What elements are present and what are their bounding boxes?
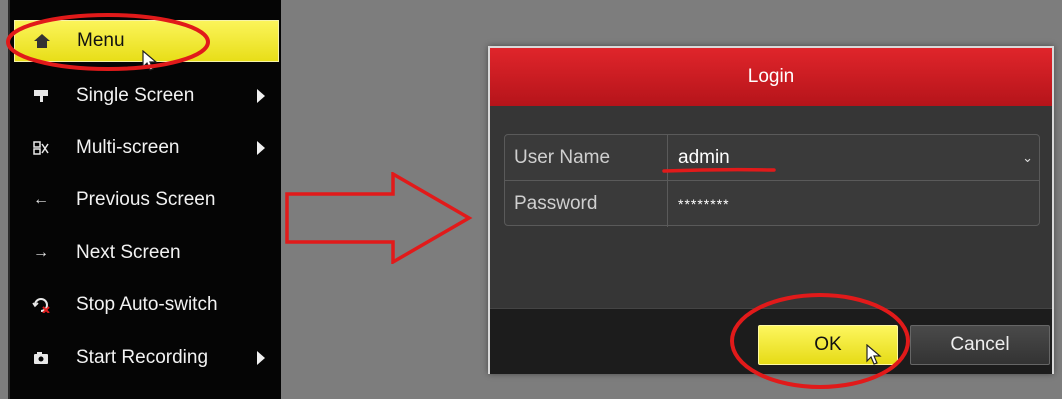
cancel-button[interactable]: Cancel [910, 325, 1050, 365]
dialog-titlebar: Login [490, 48, 1052, 106]
menu-item-previous-screen[interactable]: ← Previous Screen [14, 179, 279, 221]
menu-item-next-screen[interactable]: → Next Screen [14, 232, 279, 274]
monitor-stand-icon [30, 89, 52, 103]
menu-item-label: Previous Screen [76, 189, 216, 210]
login-dialog: Login User Name admin ⌄ Password *******… [488, 46, 1054, 374]
cancel-button-label: Cancel [950, 334, 1010, 355]
menu-item-label: Single Screen [76, 85, 195, 106]
menu-item-label: Start Recording [76, 347, 209, 368]
arrow-right-icon: → [33, 244, 49, 261]
username-label: User Name [505, 135, 668, 181]
menu-item-stop-auto-switch[interactable]: Stop Auto-switch [14, 284, 279, 326]
menu-item-menu[interactable]: Menu [14, 20, 279, 62]
menu-item-label: Next Screen [76, 242, 181, 263]
password-field[interactable]: ******** [668, 181, 1039, 227]
menu-item-start-recording[interactable]: Start Recording [14, 337, 279, 379]
ok-button-label: OK [814, 334, 842, 355]
ok-button[interactable]: OK [758, 325, 898, 365]
menu-item-label: Stop Auto-switch [76, 294, 218, 315]
username-select[interactable]: admin ⌄ [668, 135, 1039, 181]
context-menu: Menu Single Screen Multi-screen ← Previo… [8, 0, 281, 399]
chevron-down-icon[interactable]: ⌄ [1022, 150, 1033, 166]
login-form: User Name admin ⌄ Password ******** [504, 134, 1040, 227]
submenu-arrow-icon [257, 141, 265, 155]
menu-item-single-screen[interactable]: Single Screen [14, 75, 279, 117]
arrow-left-icon: ← [33, 191, 49, 208]
password-value: ******** [678, 196, 730, 212]
menu-item-multi-screen[interactable]: Multi-screen [14, 127, 279, 169]
right-arrow-icon [285, 172, 473, 264]
stop-switch-icon [30, 297, 52, 313]
menu-item-label: Multi-screen [76, 137, 180, 158]
home-icon [31, 34, 53, 48]
username-value: admin [678, 147, 730, 168]
username-row: User Name admin ⌄ [505, 135, 1039, 181]
menu-item-label: Menu [77, 30, 125, 51]
password-row: Password ******** [505, 181, 1039, 227]
dialog-title: Login [747, 66, 795, 87]
password-label: Password [505, 181, 668, 227]
submenu-arrow-icon [257, 89, 265, 103]
submenu-arrow-icon [257, 351, 265, 365]
dialog-footer: OK Cancel [490, 308, 1052, 374]
multi-screen-icon [30, 141, 52, 155]
camera-record-icon [30, 351, 52, 365]
